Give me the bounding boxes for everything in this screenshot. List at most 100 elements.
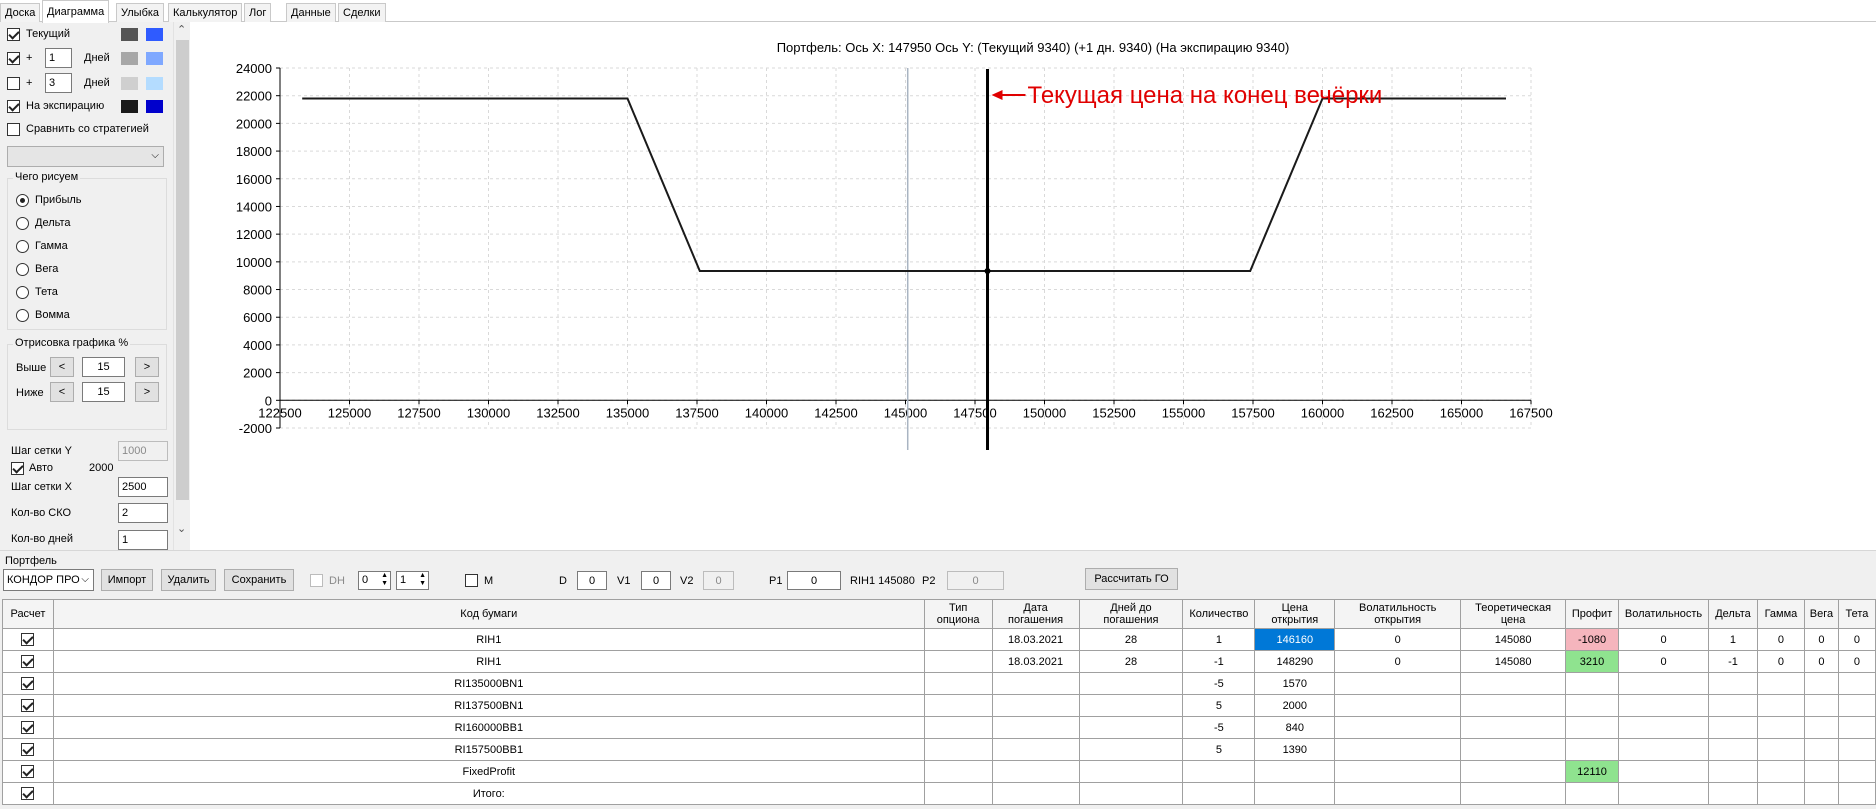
table-cell[interactable] (991, 738, 1080, 761)
table-cell[interactable] (1618, 760, 1709, 783)
plus1-color-swatch-2[interactable] (146, 52, 163, 65)
table-cell[interactable]: 0 (1334, 628, 1462, 651)
table-cell[interactable]: RI137500BN1 (52, 694, 925, 717)
table-cell[interactable]: 148290 (1254, 650, 1336, 673)
table-cell[interactable] (923, 716, 993, 739)
table-cell[interactable] (1078, 672, 1184, 695)
calc-checkbox-cell[interactable] (2, 628, 54, 651)
spinner-arrows-icon[interactable]: ▲ ▼ (419, 572, 426, 588)
table-cell[interactable] (1837, 760, 1876, 783)
table-cell[interactable] (1254, 782, 1336, 805)
table-cell[interactable] (1618, 716, 1709, 739)
table-cell[interactable]: 18.03.2021 (991, 628, 1080, 651)
table-cell[interactable] (1334, 672, 1462, 695)
spinner-arrows-icon[interactable]: ▲ ▼ (381, 572, 388, 588)
grid-x-input[interactable]: 2500 (118, 477, 168, 497)
col-header[interactable]: Дата погашения (991, 599, 1080, 629)
sko-input[interactable]: 2 (118, 503, 168, 523)
table-cell[interactable]: -5 (1182, 716, 1256, 739)
table-cell[interactable]: 840 (1254, 716, 1336, 739)
p2-input[interactable]: 0 (947, 571, 1004, 590)
table-row[interactable]: RI135000BN1 -5 1570 (2, 672, 1876, 695)
table-cell[interactable]: 0 (1803, 650, 1839, 673)
calc-checkbox[interactable] (21, 655, 35, 668)
col-header[interactable]: Количество (1182, 599, 1256, 629)
table-cell[interactable] (1078, 782, 1184, 805)
current-color-swatch[interactable] (121, 28, 138, 41)
col-header[interactable]: Профит (1565, 599, 1620, 629)
plus3-color-swatch[interactable] (121, 77, 138, 90)
below-decrease-button[interactable]: < (50, 382, 74, 402)
table-cell[interactable] (1837, 672, 1876, 695)
radio-vega[interactable] (16, 263, 29, 276)
table-cell[interactable]: 1390 (1254, 738, 1336, 761)
calc-checkbox-cell[interactable] (2, 716, 54, 739)
table-cell[interactable] (991, 760, 1080, 783)
table-cell[interactable]: 0 (1756, 628, 1805, 651)
table-cell[interactable] (1803, 782, 1839, 805)
col-header[interactable]: Код бумаги (52, 599, 925, 629)
table-cell[interactable] (1078, 716, 1184, 739)
table-cell[interactable] (1756, 738, 1805, 761)
table-row[interactable]: RIH1 18.03.2021 28 -1 148290 0 145080 3210 0 -1 0 0… (2, 650, 1876, 673)
expiry-color-swatch[interactable] (121, 100, 138, 113)
table-cell[interactable] (1618, 782, 1709, 805)
table-row[interactable]: RI160000BB1 -5 840 (2, 716, 1876, 739)
table-cell[interactable] (1460, 694, 1567, 717)
calc-checkbox-cell[interactable] (2, 738, 54, 761)
table-cell[interactable] (1618, 738, 1709, 761)
table-cell[interactable] (1837, 782, 1876, 805)
table-cell[interactable]: 0 (1756, 650, 1805, 673)
expiry-checkbox[interactable] (7, 100, 20, 113)
radio-profit[interactable] (16, 194, 29, 207)
col-header[interactable]: Цена открытия (1254, 599, 1336, 629)
table-cell[interactable] (1182, 760, 1256, 783)
payoff-chart[interactable]: 122500 125000 127500 130000 132500 135000 1375… (190, 22, 1876, 550)
table-cell[interactable]: 0 (1837, 628, 1876, 651)
table-cell[interactable] (1078, 738, 1184, 761)
table-cell[interactable]: 1570 (1254, 672, 1336, 695)
table-cell[interactable] (1334, 716, 1462, 739)
table-cell[interactable]: 28 (1078, 628, 1184, 651)
table-cell[interactable] (1565, 716, 1620, 739)
table-cell[interactable] (923, 694, 993, 717)
table-cell[interactable] (1182, 782, 1256, 805)
table-cell[interactable] (1708, 782, 1758, 805)
table-cell[interactable] (1837, 716, 1876, 739)
col-header[interactable]: Вега (1803, 599, 1839, 629)
table-cell[interactable] (1334, 694, 1462, 717)
import-button[interactable]: Импорт (101, 569, 153, 591)
radio-delta[interactable] (16, 217, 29, 230)
table-cell[interactable] (991, 672, 1080, 695)
table-cell[interactable] (923, 760, 993, 783)
radio-vomma[interactable] (16, 309, 29, 322)
current-checkbox[interactable] (7, 28, 20, 41)
days-input[interactable]: 1 (118, 530, 168, 550)
p1-input[interactable]: 0 (787, 571, 841, 590)
table-cell[interactable] (1334, 760, 1462, 783)
table-cell[interactable]: 1 (1182, 628, 1256, 651)
above-increase-button[interactable]: > (135, 357, 159, 377)
save-button[interactable]: Сохранить (224, 569, 294, 591)
table-cell[interactable]: 1 (1708, 628, 1758, 651)
table-row[interactable]: RIH1 18.03.2021 28 1 146160 0 145080 -1080 0 1 0 0 0 (2, 628, 1876, 651)
col-header[interactable]: Тип опциона (923, 599, 993, 629)
table-cell[interactable] (991, 782, 1080, 805)
table-cell[interactable]: 145080 (1460, 650, 1567, 673)
table-cell[interactable] (991, 716, 1080, 739)
table-cell[interactable] (1708, 738, 1758, 761)
table-cell[interactable]: -5 (1182, 672, 1256, 695)
compare-checkbox[interactable] (7, 123, 20, 136)
radio-gamma[interactable] (16, 240, 29, 253)
radio-theta[interactable] (16, 286, 29, 299)
col-header[interactable]: Расчет (2, 599, 54, 629)
dh-spinner-2[interactable]: 1 ▲ ▼ (396, 571, 429, 590)
calc-checkbox[interactable] (21, 765, 35, 778)
table-cell[interactable]: 0 (1334, 650, 1462, 673)
calc-checkbox[interactable] (21, 699, 35, 712)
table-cell[interactable] (1803, 738, 1839, 761)
plus3-color-swatch-2[interactable] (146, 77, 163, 90)
calc-checkbox[interactable] (21, 677, 35, 690)
above-decrease-button[interactable]: < (50, 357, 74, 377)
table-cell[interactable]: -1 (1182, 650, 1256, 673)
